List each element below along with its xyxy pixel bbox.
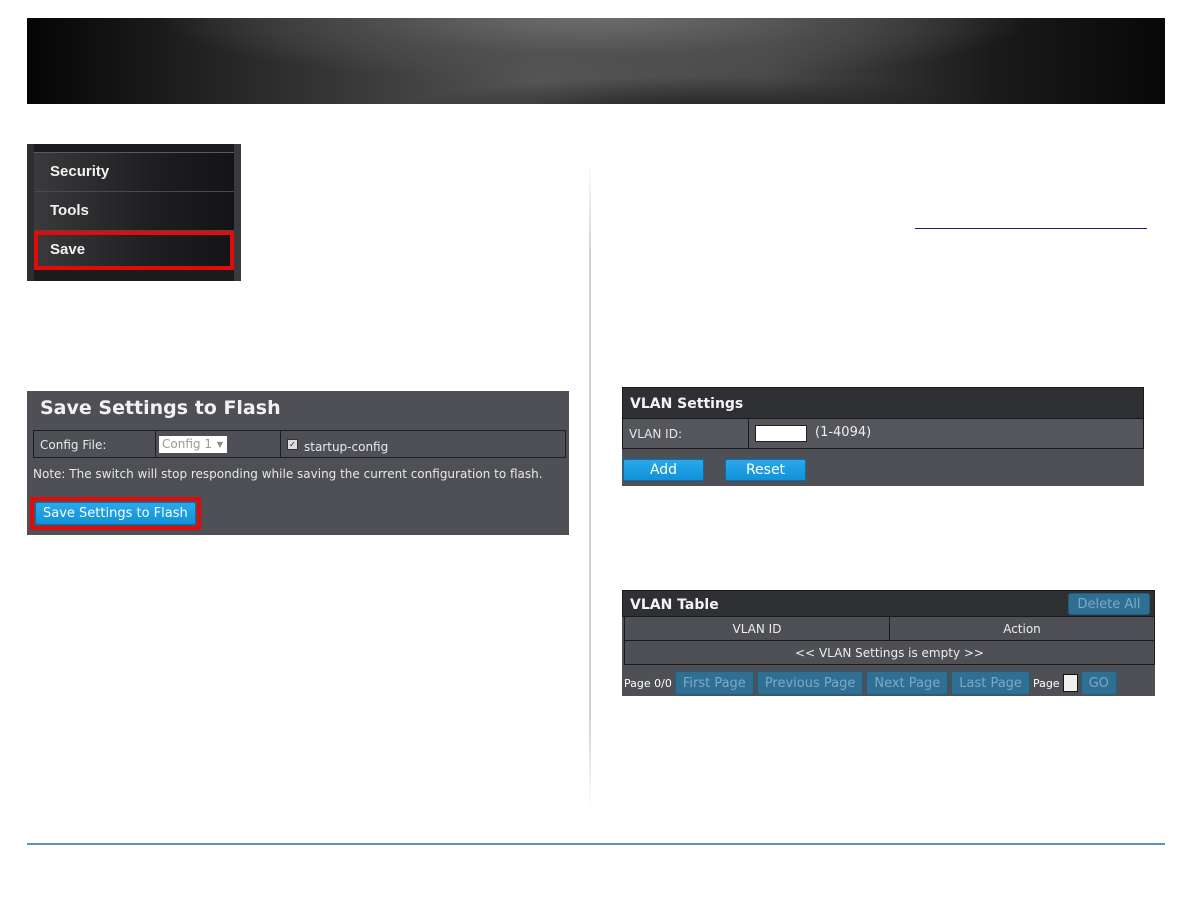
save-button-highlight: Save Settings to Flash [30, 497, 201, 530]
page-number-input[interactable] [1062, 674, 1078, 692]
menu-top-edge [34, 144, 234, 153]
config-file-label: Config File: [34, 431, 156, 457]
reset-button[interactable]: Reset [725, 459, 806, 481]
delete-all-button[interactable]: Delete All [1068, 593, 1150, 615]
header-banner [27, 18, 1165, 104]
next-page-button[interactable]: Next Page [866, 671, 949, 695]
menu-item-save[interactable]: Save [34, 231, 234, 270]
panel-title: VLAN Table [630, 597, 719, 613]
config-file-select[interactable]: Config 1 ▼ [159, 436, 227, 453]
config-file-row: Config File: Config 1 ▼ ✓ startup-config [33, 430, 566, 458]
side-menu: Security Tools Save [27, 144, 241, 281]
vlan-id-input[interactable] [755, 425, 807, 442]
footer-rule [27, 843, 1165, 845]
vlan-id-row: VLAN ID: (1-4094) [622, 419, 1144, 449]
table-header-row: VLAN ID Action [624, 617, 1155, 641]
vlan-table-panel: VLAN Table Delete All VLAN ID Action << … [622, 590, 1155, 696]
vlan-id-label: VLAN ID: [623, 419, 749, 448]
vlan-settings-panel: VLAN Settings VLAN ID: (1-4094) Add Rese… [622, 387, 1144, 486]
menu-item-tools[interactable]: Tools [34, 192, 234, 231]
startup-config-label: startup-config [304, 440, 389, 454]
vlan-id-range: (1-4094) [815, 425, 872, 440]
empty-table-message: << VLAN Settings is empty >> [624, 641, 1155, 665]
page-label: Page [1032, 676, 1060, 690]
save-note: Note: The switch will stop responding wh… [33, 467, 543, 481]
menu-item-label: Tools [50, 202, 89, 219]
pagination: Page 0/0 First Page Previous Page Next P… [624, 671, 1117, 695]
column-divider [589, 160, 591, 810]
menu-item-security[interactable]: Security [34, 153, 234, 192]
startup-config-cell: ✓ startup-config [281, 431, 565, 457]
vlan-settings-header: VLAN Settings [622, 387, 1144, 419]
go-button[interactable]: GO [1080, 671, 1117, 695]
menu-item-label: Save [50, 241, 86, 258]
first-page-button[interactable]: First Page [674, 671, 754, 695]
config-file-cell: Config 1 ▼ [156, 431, 281, 457]
startup-config-checkbox[interactable]: ✓ [287, 439, 298, 450]
column-header-vlan-id: VLAN ID [625, 617, 890, 640]
link-underline[interactable] [915, 228, 1147, 229]
dropdown-arrow-icon: ▼ [216, 440, 223, 449]
add-button[interactable]: Add [623, 459, 704, 481]
save-settings-panel: Save Settings to Flash Config File: Conf… [27, 391, 569, 535]
panel-title: Save Settings to Flash [40, 397, 281, 419]
config-file-value: Config 1 [162, 437, 212, 451]
vlan-id-cell: (1-4094) [749, 419, 1143, 448]
page-status: Page 0/0 [624, 676, 672, 690]
menu-item-label: Security [50, 163, 110, 180]
panel-title: VLAN Settings [630, 396, 744, 412]
vlan-table-header: VLAN Table Delete All [622, 590, 1155, 617]
last-page-button[interactable]: Last Page [951, 671, 1030, 695]
previous-page-button[interactable]: Previous Page [756, 671, 864, 695]
save-settings-button[interactable]: Save Settings to Flash [35, 502, 196, 525]
column-header-action: Action [1003, 622, 1041, 636]
